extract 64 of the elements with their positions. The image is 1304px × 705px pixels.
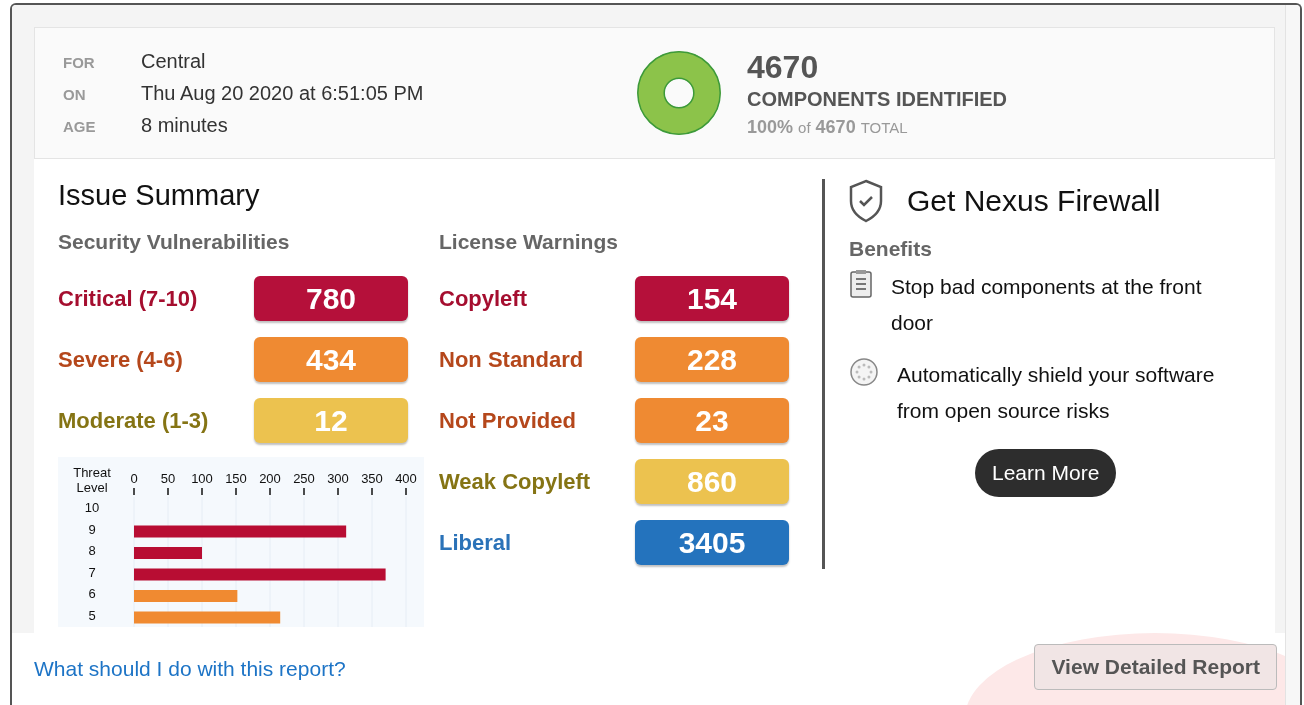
shield-check-icon <box>849 179 883 223</box>
x-tick-label: 300 <box>327 471 349 486</box>
category-label: Critical (7-10) <box>58 285 198 312</box>
axis-label: 8 <box>88 543 96 558</box>
learn-more-button[interactable]: Learn More <box>975 449 1117 497</box>
x-tick-label: 350 <box>361 471 383 486</box>
axis-tick: 350 <box>361 471 383 496</box>
panel-title: Get Nexus Firewall <box>907 184 1161 218</box>
count-badge[interactable]: 3405 <box>635 520 789 565</box>
axis-tick: 50 <box>160 471 176 496</box>
x-tick-label: 250 <box>293 471 315 486</box>
benefit-text: Stop bad components at the front door <box>891 274 1203 336</box>
count-badge[interactable]: 154 <box>635 276 789 321</box>
x-tick-label: 100 <box>191 471 213 486</box>
category-label: Copyleft <box>439 285 527 312</box>
dotted-circle-icon <box>849 357 879 387</box>
view-report-button[interactable]: View Detailed Report <box>1034 644 1277 690</box>
component-count: 4670 <box>747 48 820 86</box>
count-badge[interactable]: 434 <box>254 337 408 382</box>
help-link[interactable]: What should I do with this report? <box>34 657 346 681</box>
axis-title: Threat <box>73 465 111 480</box>
benefits-heading: Benefits <box>849 237 933 261</box>
axis-tick: 0 <box>130 471 138 496</box>
axis-label: 7 <box>88 564 96 580</box>
section-title: Issue Summary <box>58 179 261 212</box>
axis-tick: 150 <box>225 471 247 496</box>
x-tick-label: 400 <box>395 471 417 486</box>
clipboard-icon <box>849 269 873 299</box>
category-label: Severe (4-6) <box>58 346 183 373</box>
column-heading: License Warnings <box>439 230 619 254</box>
scrollbar[interactable] <box>1285 5 1300 705</box>
axis-tick: 100 <box>191 471 213 496</box>
meta-label: ON <box>63 85 87 103</box>
category-label: Weak Copyleft <box>439 468 591 495</box>
count-badge[interactable]: 228 <box>635 337 789 382</box>
meta-value: Central <box>141 49 207 73</box>
axis-label: 10 <box>84 500 100 515</box>
axis-tick: 250 <box>293 471 315 496</box>
category-label: Moderate (1-3) <box>58 407 209 434</box>
x-tick-label: 50 <box>160 471 176 486</box>
x-tick-label: 200 <box>259 471 281 486</box>
x-tick-label: 0 <box>130 471 138 486</box>
axis-tick: 400 <box>395 471 417 496</box>
meta-value: 8 minutes <box>141 113 229 137</box>
category-label: Non Standard <box>439 346 584 373</box>
benefit-text: Automatically shield your software from open source risks <box>897 362 1216 424</box>
x-tick-label: 150 <box>225 471 247 486</box>
count-badge[interactable]: 780 <box>254 276 408 321</box>
axis-label: 5 <box>88 607 96 623</box>
category-label: Not Provided <box>439 407 576 434</box>
axis-tick: 200 <box>259 471 281 496</box>
column-heading: Security Vulnerabilities <box>58 230 291 254</box>
axis-title: Level <box>76 480 108 495</box>
axis-label: 9 <box>88 521 96 537</box>
count-badge[interactable]: 23 <box>635 398 789 443</box>
meta-label: AGE <box>63 117 97 135</box>
axis-tick: 300 <box>327 471 349 496</box>
bar <box>134 547 202 559</box>
category-label: Liberal <box>439 529 512 556</box>
components-total: 100% of 4670 TOTAL <box>747 116 909 138</box>
components-title: COMPONENTS IDENTIFIED <box>747 87 1007 111</box>
meta-label: FOR <box>63 53 96 71</box>
axis-label: 6 <box>88 586 96 601</box>
meta-value: Thu Aug 20 2020 at 6:51:05 PM <box>141 81 425 105</box>
